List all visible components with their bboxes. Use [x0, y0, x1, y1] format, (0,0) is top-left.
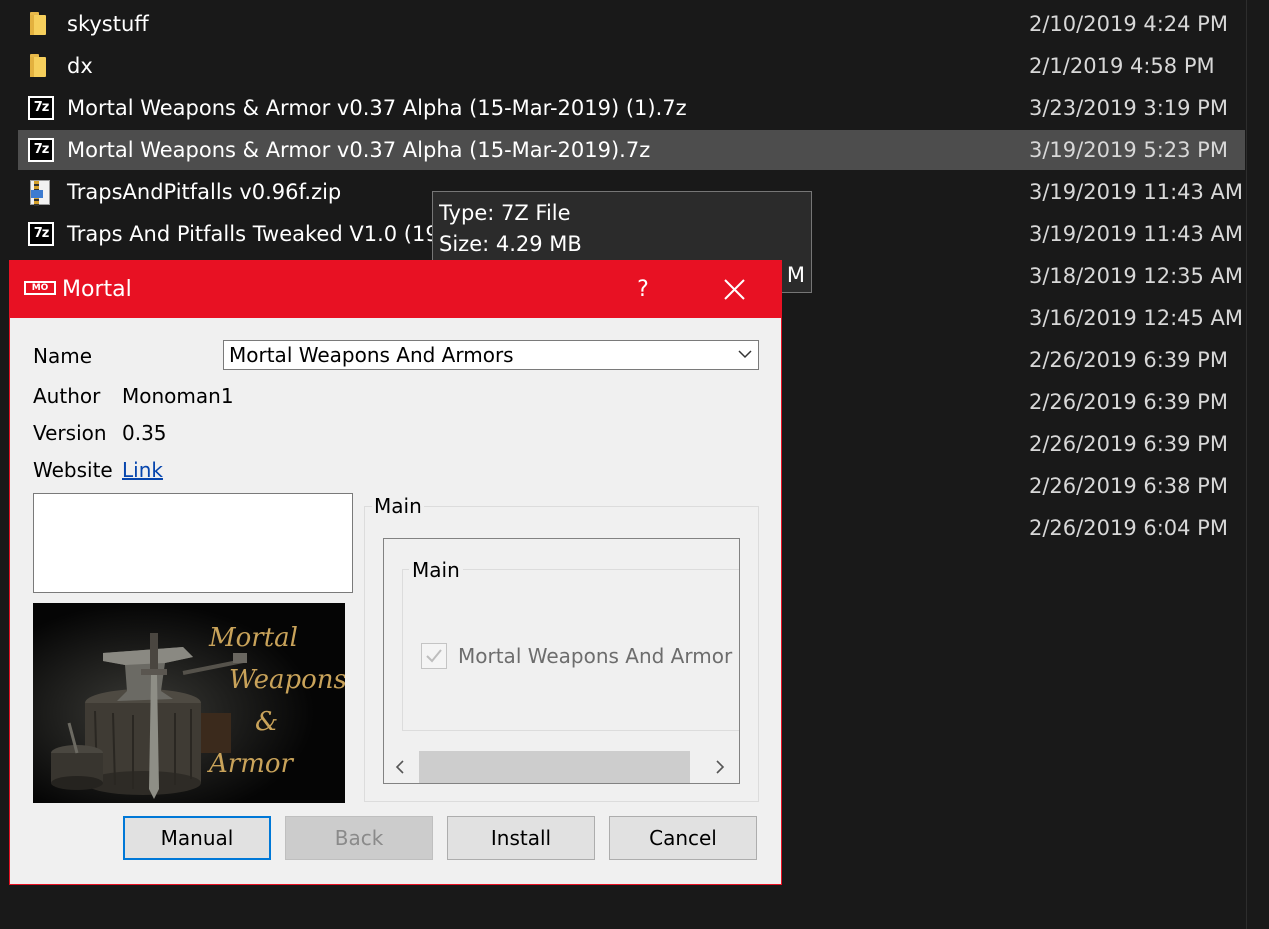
file-date: 3/18/2019 12:35 AM: [1029, 264, 1244, 288]
folder-icon: [28, 12, 54, 36]
file-date: 2/26/2019 6:39 PM: [1029, 432, 1228, 456]
file-date: 2/26/2019 6:04 PM: [1029, 516, 1228, 540]
file-name: Mortal Weapons & Armor v0.37 Alpha (15-M…: [67, 96, 687, 120]
cancel-button[interactable]: Cancel: [609, 816, 757, 860]
file-name: Mortal Weapons & Armor v0.37 Alpha (15-M…: [67, 138, 651, 162]
name-dropdown[interactable]: Mortal Weapons And Armors: [223, 340, 759, 370]
zip-archive-icon: [28, 180, 54, 206]
preview-caption-line: &: [255, 707, 279, 737]
author-label: Author: [33, 384, 101, 408]
file-date: 3/23/2019 3:19 PM: [1029, 96, 1228, 120]
option-label[interactable]: Mortal Weapons And Armor: [458, 641, 732, 671]
anvil-artwork: [33, 603, 345, 803]
file-date: 3/19/2019 11:43 AM: [1029, 222, 1244, 246]
back-button[interactable]: Back: [285, 816, 433, 860]
7z-archive-icon: 7z: [28, 222, 54, 246]
horizontal-scrollbar[interactable]: [384, 751, 739, 783]
scrollbar-track[interactable]: [1246, 0, 1247, 929]
file-date: 2/1/2019 4:58 PM: [1029, 54, 1215, 78]
main-group-label: Main: [372, 491, 424, 521]
file-date: 2/26/2019 6:39 PM: [1029, 348, 1228, 372]
description-box[interactable]: [33, 493, 353, 593]
mod-preview-image: Mortal Weapons & Armor: [33, 603, 345, 803]
file-name: Traps And Pitfalls Tweaked V1.0 (19: [67, 222, 439, 246]
fomod-installer-dialog: MO Mortal ? Name Mortal Weapons And Armo…: [9, 260, 782, 885]
version-value: 0.35: [122, 421, 167, 445]
name-label: Name: [33, 344, 93, 368]
dialog-title: Mortal: [62, 277, 132, 302]
7z-archive-icon: 7z: [28, 138, 54, 162]
option-checkbox[interactable]: [421, 643, 447, 669]
dialog-titlebar[interactable]: MO Mortal ?: [10, 261, 781, 318]
chevron-down-icon: [738, 350, 752, 359]
folder-icon: [28, 54, 54, 78]
name-dropdown-value: Mortal Weapons And Armors: [229, 343, 514, 367]
file-date: 2/26/2019 6:38 PM: [1029, 474, 1228, 498]
file-date: 2/26/2019 6:39 PM: [1029, 390, 1228, 414]
help-button[interactable]: ?: [598, 261, 688, 318]
chevron-left-icon: [395, 760, 404, 774]
options-scroll-area[interactable]: Main Mortal Weapons And Armor: [383, 538, 740, 784]
website-label: Website: [33, 458, 113, 482]
7z-archive-icon: 7z: [28, 96, 54, 120]
file-date: 3/16/2019 12:45 AM: [1029, 306, 1244, 330]
close-icon: [724, 279, 745, 300]
scroll-right-button[interactable]: [704, 751, 738, 783]
file-name: skystuff: [67, 12, 149, 36]
author-value: Monoman1: [122, 384, 234, 408]
tooltip-size: Size: 4.29 MB: [439, 232, 582, 256]
chevron-right-icon: [716, 760, 725, 774]
preview-caption-line: Mortal: [209, 623, 298, 653]
inner-group-label: Main: [409, 555, 463, 585]
install-button[interactable]: Install: [447, 816, 595, 860]
version-label: Version: [33, 421, 107, 445]
tooltip-type: Type: 7Z File: [439, 201, 571, 225]
website-link[interactable]: Link: [122, 455, 163, 485]
mod-organizer-icon: MO: [24, 281, 56, 295]
scroll-thumb[interactable]: [419, 751, 690, 783]
preview-caption-line: Weapons: [229, 665, 345, 695]
checkmark-icon: [426, 649, 442, 663]
file-date: 3/19/2019 11:43 AM: [1029, 180, 1244, 204]
manual-button[interactable]: Manual: [123, 816, 271, 860]
file-row-mortal-weapons-selected[interactable]: 7z Mortal Weapons & Armor v0.37 Alpha (1…: [18, 130, 1245, 170]
close-button[interactable]: [688, 261, 781, 318]
file-row-dx[interactable]: dx 2/1/2019 4:58 PM: [18, 46, 1245, 86]
file-row-mortal-weapons-1[interactable]: 7z Mortal Weapons & Armor v0.37 Alpha (1…: [18, 88, 1245, 128]
file-name: TrapsAndPitfalls v0.96f.zip: [67, 180, 342, 204]
file-row-skystuff[interactable]: skystuff 2/10/2019 4:24 PM: [18, 4, 1245, 44]
preview-caption-line: Armor: [209, 749, 293, 779]
file-date: 2/10/2019 4:24 PM: [1029, 12, 1228, 36]
file-name: dx: [67, 54, 93, 78]
file-date: 3/19/2019 5:23 PM: [1029, 138, 1228, 162]
scroll-left-button[interactable]: [384, 751, 418, 783]
